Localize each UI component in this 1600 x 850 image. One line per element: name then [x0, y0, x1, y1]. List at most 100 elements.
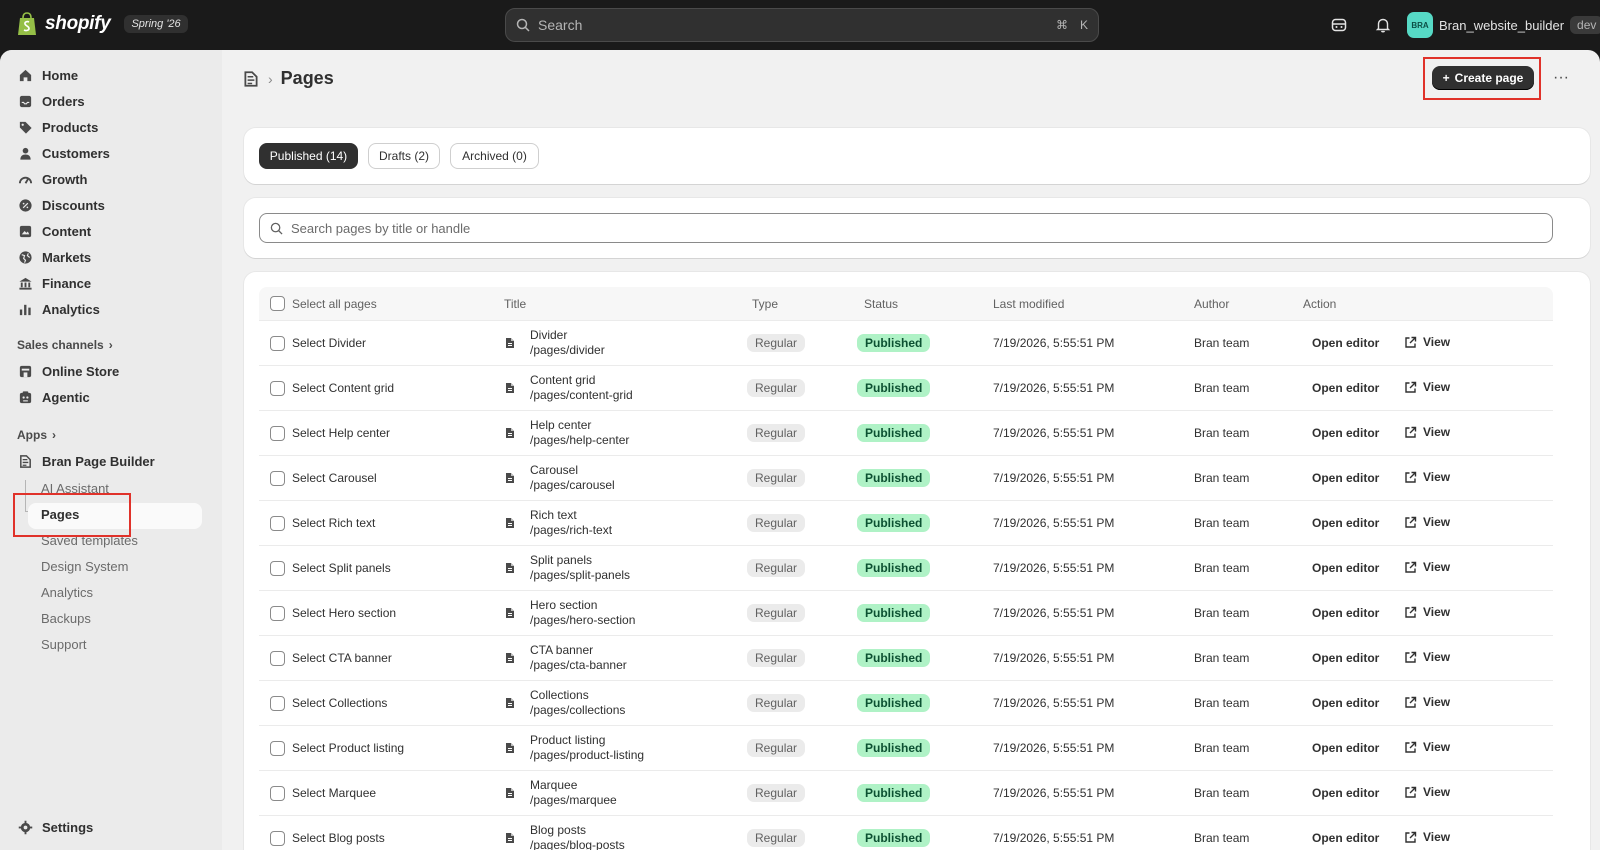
table-row[interactable]: Select Hero section Hero section /pages/…: [259, 591, 1553, 636]
header-title[interactable]: Title: [504, 297, 526, 311]
row-checkbox[interactable]: [270, 561, 285, 576]
table-row[interactable]: Select CTA banner CTA banner /pages/cta-…: [259, 636, 1553, 681]
sidebar-item-orders[interactable]: Orders: [12, 88, 202, 114]
table-row[interactable]: Select Collections Collections /pages/co…: [259, 681, 1553, 726]
row-checkbox[interactable]: [270, 831, 285, 846]
row-checkbox[interactable]: [270, 381, 285, 396]
table-row[interactable]: Select Blog posts Blog posts /pages/blog…: [259, 816, 1553, 850]
sidebar-item-online-store[interactable]: Online Store: [12, 358, 202, 384]
row-checkbox[interactable]: [270, 336, 285, 351]
open-editor-button[interactable]: Open editor: [1312, 741, 1379, 755]
app-logo-icon[interactable]: [242, 70, 260, 88]
sidebar-item-agentic[interactable]: Agentic: [12, 384, 202, 410]
select-all-checkbox[interactable]: [270, 296, 285, 311]
view-link[interactable]: View: [1404, 560, 1450, 574]
row-checkbox[interactable]: [270, 786, 285, 801]
header-status[interactable]: Status: [864, 297, 898, 311]
open-editor-button[interactable]: Open editor: [1312, 471, 1379, 485]
sidebar-item-growth[interactable]: Growth: [12, 166, 202, 192]
brand-wordmark: shopify: [45, 13, 111, 34]
row-checkbox[interactable]: [270, 741, 285, 756]
global-search[interactable]: Search ⌘ K: [505, 8, 1099, 42]
open-editor-button[interactable]: Open editor: [1312, 786, 1379, 800]
sidebar-item-customers[interactable]: Customers: [12, 140, 202, 166]
row-select-label: Select Split panels: [292, 561, 391, 575]
pages-search-input[interactable]: [291, 220, 1531, 236]
open-editor-button[interactable]: Open editor: [1312, 381, 1379, 395]
table-row[interactable]: Select Carousel Carousel /pages/carousel…: [259, 456, 1553, 501]
tab-published[interactable]: Published (14): [259, 143, 358, 169]
status-badge: Published: [857, 784, 931, 802]
row-title: Blog posts: [530, 823, 587, 837]
view-link[interactable]: View: [1404, 515, 1450, 529]
sidebar-item-home[interactable]: Home: [12, 62, 202, 88]
row-checkbox[interactable]: [270, 516, 285, 531]
sidebar-item-bran-page-builder[interactable]: Bran Page Builder: [12, 448, 202, 474]
admin-frame: Home Orders Products Customers Growth Di…: [0, 50, 1600, 850]
shopify-logo[interactable]: shopify Spring '26: [17, 12, 188, 36]
row-title-cell: Carousel /pages/carousel: [530, 463, 615, 493]
tab-drafts[interactable]: Drafts (2): [368, 143, 440, 169]
row-checkbox[interactable]: [270, 696, 285, 711]
sidebar-item-markets[interactable]: Markets: [12, 244, 202, 270]
table-row[interactable]: Select Product listing Product listing /…: [259, 726, 1553, 771]
sidebar-item-settings[interactable]: Settings: [12, 814, 202, 840]
view-link[interactable]: View: [1404, 470, 1450, 484]
open-editor-button[interactable]: Open editor: [1312, 426, 1379, 440]
external-link-icon: [1405, 516, 1417, 528]
table-row[interactable]: Select Marquee Marquee /pages/marquee Re…: [259, 771, 1553, 816]
view-link[interactable]: View: [1404, 425, 1450, 439]
row-checkbox[interactable]: [270, 606, 285, 621]
open-editor-button[interactable]: Open editor: [1312, 651, 1379, 665]
sidebar-item-discounts[interactable]: Discounts: [12, 192, 202, 218]
sidebar-item-content[interactable]: Content: [12, 218, 202, 244]
sidebar-item-products[interactable]: Products: [12, 114, 202, 140]
view-label: View: [1423, 605, 1451, 619]
sidebar-sub-support[interactable]: Support: [41, 637, 87, 652]
view-link[interactable]: View: [1404, 380, 1450, 394]
view-link[interactable]: View: [1404, 335, 1450, 349]
sales-channels-heading[interactable]: Sales channels ›: [17, 338, 113, 352]
open-editor-button[interactable]: Open editor: [1312, 606, 1379, 620]
table-row[interactable]: Select Help center Help center /pages/he…: [259, 411, 1553, 456]
header-type[interactable]: Type: [752, 297, 778, 311]
sidebar-item-label: Settings: [42, 819, 94, 835]
view-link[interactable]: View: [1404, 830, 1450, 844]
view-link[interactable]: View: [1404, 740, 1450, 754]
sidebar-sub-analytics[interactable]: Analytics: [41, 585, 93, 600]
row-checkbox[interactable]: [270, 651, 285, 666]
sidebar-item-analytics[interactable]: Analytics: [12, 296, 202, 322]
more-actions-icon[interactable]: ···: [1550, 66, 1572, 90]
sidebar-sub-design-system[interactable]: Design System: [41, 559, 128, 574]
apps-heading[interactable]: Apps ›: [17, 428, 56, 442]
view-link[interactable]: View: [1404, 650, 1450, 664]
edition-badge[interactable]: Spring '26: [124, 15, 188, 33]
row-select-label: Select CTA banner: [292, 651, 392, 665]
open-editor-button[interactable]: Open editor: [1312, 561, 1379, 575]
view-link[interactable]: View: [1404, 785, 1450, 799]
open-editor-button[interactable]: Open editor: [1312, 831, 1379, 845]
sidebar-item-finance[interactable]: Finance: [12, 270, 202, 296]
row-select-label: Select Product listing: [292, 741, 405, 755]
external-link-icon: [1405, 336, 1417, 348]
open-editor-button[interactable]: Open editor: [1312, 696, 1379, 710]
table-row[interactable]: Select Divider Divider /pages/divider Re…: [259, 321, 1553, 366]
view-link[interactable]: View: [1404, 695, 1450, 709]
table-row[interactable]: Select Rich text Rich text /pages/rich-t…: [259, 501, 1553, 546]
row-checkbox[interactable]: [270, 471, 285, 486]
tab-archived[interactable]: Archived (0): [450, 143, 539, 169]
sidebar-sub-backups[interactable]: Backups: [41, 611, 91, 626]
sidekick-icon[interactable]: [1328, 14, 1350, 36]
open-editor-button[interactable]: Open editor: [1312, 336, 1379, 350]
row-title-cell: Split panels /pages/split-panels: [530, 553, 630, 583]
bell-icon[interactable]: [1372, 14, 1394, 36]
header-last-modified[interactable]: Last modified: [993, 297, 1064, 311]
header-author[interactable]: Author: [1194, 297, 1229, 311]
row-checkbox[interactable]: [270, 426, 285, 441]
table-row[interactable]: Select Split panels Split panels /pages/…: [259, 546, 1553, 591]
table-row[interactable]: Select Content grid Content grid /pages/…: [259, 366, 1553, 411]
view-link[interactable]: View: [1404, 605, 1450, 619]
store-switcher[interactable]: BRA Bran_website_builder dev: [1407, 12, 1600, 38]
open-editor-button[interactable]: Open editor: [1312, 516, 1379, 530]
row-title-cell: Marquee /pages/marquee: [530, 778, 617, 808]
